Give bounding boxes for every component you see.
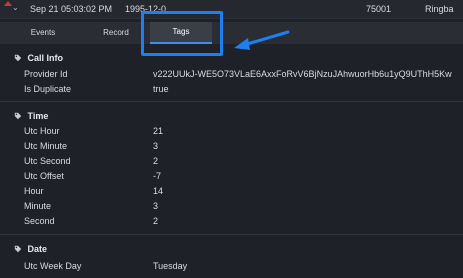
- field-value: 3: [153, 201, 159, 211]
- field-label: Utc Hour: [24, 126, 60, 136]
- tag-icon: [14, 54, 22, 62]
- chevron-down-icon[interactable]: ⌄: [12, 3, 19, 12]
- field-value: 2: [153, 216, 159, 226]
- tag-icon: [14, 112, 22, 120]
- field-label: Provider Id: [24, 69, 68, 79]
- section-title: Time: [27, 111, 49, 121]
- section-date-heading: Date: [14, 243, 47, 255]
- tab-record[interactable]: Record: [86, 22, 146, 44]
- record-datetime: Sep 21 05:03:02 PM: [30, 4, 113, 14]
- field-label: Utc Week Day: [24, 261, 82, 271]
- field-value: v222UUkJ-WE5O73VLaE6AxxFoRvV6BjNzuJAhwuo…: [153, 69, 452, 79]
- field-value: 3: [153, 141, 159, 151]
- field-label: Is Duplicate: [24, 84, 72, 94]
- field-value: -7: [153, 171, 162, 181]
- field-value: Tuesday: [153, 261, 188, 271]
- field-value: 14: [153, 186, 164, 196]
- triangle-icon: [4, 1, 12, 6]
- tab-tags[interactable]: Tags: [150, 22, 212, 44]
- record-code-a: 1995-12-0: [125, 4, 167, 14]
- field-value: 2: [153, 156, 159, 166]
- divider: [0, 101, 463, 102]
- divider: [0, 234, 463, 235]
- field-label: Second: [24, 216, 55, 226]
- annotation-arrow-icon: [234, 30, 290, 50]
- tag-icon: [14, 245, 22, 253]
- field-value: 21: [153, 126, 164, 136]
- field-value: true: [153, 84, 169, 94]
- section-time-heading: Time: [14, 110, 48, 122]
- record-code-c: Ringba: [425, 4, 454, 14]
- field-label: Hour: [24, 186, 44, 196]
- field-label: Utc Second: [24, 156, 71, 166]
- section-call-info-heading: Call Info: [14, 52, 63, 64]
- tab-events[interactable]: Events: [0, 22, 86, 44]
- field-label: Utc Minute: [24, 141, 68, 151]
- field-label: Utc Offset: [24, 171, 64, 181]
- record-code-b: 75001: [366, 4, 392, 14]
- field-label: Minute: [24, 201, 52, 211]
- section-title: Call Info: [27, 53, 64, 63]
- section-title: Date: [27, 244, 48, 254]
